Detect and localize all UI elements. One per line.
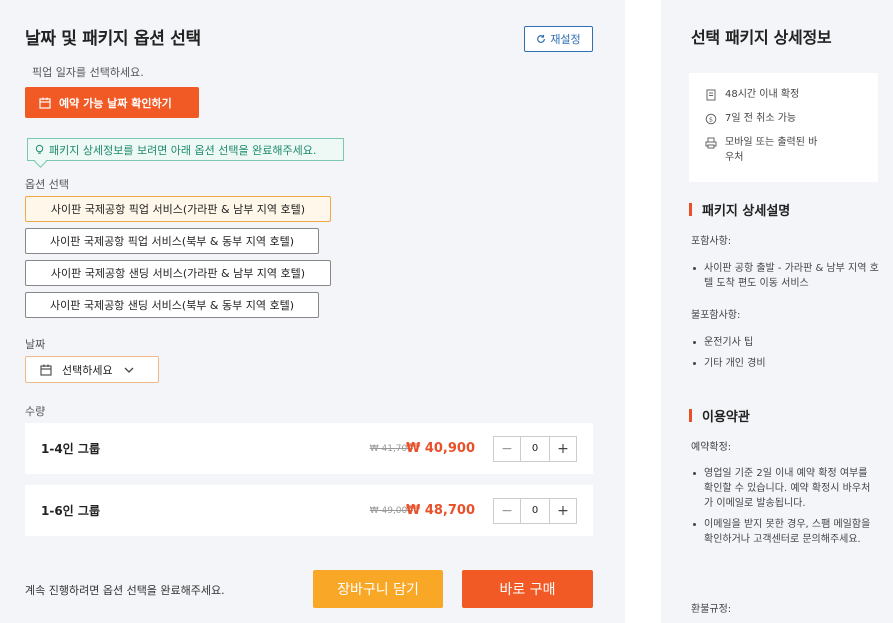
refund-label: 환불규정: <box>691 604 732 615</box>
option-sending-garapan[interactable]: 사이판 국제공항 샌딩 서비스(가라판 & 남부 지역 호텔) <box>25 260 331 286</box>
quantity-row-name: 1-4인 그룹 <box>41 442 100 456</box>
check-dates-label: 예약 가능 날짜 확인하기 <box>59 96 172 110</box>
features-card: 48시간 이내 확정 $ 7일 전 취소 가능 모바일 또는 출력된 바우처 <box>689 73 878 182</box>
feature-item: $ 7일 전 취소 가능 <box>705 111 862 126</box>
refund-icon: $ <box>705 113 717 125</box>
list-item-text: 사이판 공항 출발 - 가라판 & 남부 지역 호텔 도착 편도 이동 서비스 <box>704 263 879 289</box>
list-item: 사이판 공항 출발 - 가라판 & 남부 지역 호텔 도착 편도 이동 서비스 <box>691 261 881 291</box>
list-item: 이메일을 받지 못한 경우, 스팸 메일함을 확인하거나 고객센터로 문의해주세… <box>691 517 875 547</box>
list-item-text: 기타 개인 경비 <box>704 358 766 369</box>
options-label: 옵션 선택 <box>25 178 69 191</box>
decrement-button[interactable]: − <box>494 437 520 461</box>
document-icon <box>706 89 716 101</box>
quantity-row: 1-6인 그룹 ₩ 49,000 ₩ 48,700 − 0 + <box>25 485 593 536</box>
quantity-value[interactable]: 0 <box>520 498 550 523</box>
increment-button[interactable]: + <box>550 499 576 523</box>
date-select-value: 선택하세요 <box>62 363 113 377</box>
confirm-list: 영업일 기준 2일 이내 예약 확정 여부를 확인할 수 있습니다. 예약 확정… <box>691 466 875 553</box>
list-item-text: 이메일을 받지 못한 경우, 스팸 메일함을 확인하거나 고객센터로 문의해주세… <box>704 519 871 545</box>
calendar-icon <box>39 97 51 109</box>
date-select[interactable]: 선택하세요 <box>25 356 159 383</box>
bottom-note: 계속 진행하려면 옵션 선택을 완료해주세요. <box>25 584 225 597</box>
quantity-row: 1-4인 그룹 ₩ 41,700 ₩ 40,900 − 0 + <box>25 423 593 474</box>
terms-heading: 이용약관 <box>689 406 750 425</box>
feature-item: 모바일 또는 출력된 바우처 <box>705 135 862 165</box>
excluded-label: 불포함사항: <box>691 310 741 321</box>
feature-item: 48시간 이내 확정 <box>705 87 862 102</box>
refresh-icon <box>537 34 546 43</box>
check-available-dates-button[interactable]: 예약 가능 날짜 확인하기 <box>25 87 199 118</box>
reset-label: 재설정 <box>550 33 581 46</box>
buy-now-button[interactable]: 바로 구매 <box>462 570 593 608</box>
calendar-icon <box>40 364 52 376</box>
option-pickup-garapan[interactable]: 사이판 국제공항 픽업 서비스(가라판 & 남부 지역 호텔) <box>25 196 331 222</box>
list-item-text: 영업일 기준 2일 이내 예약 확정 여부를 확인할 수 있습니다. 예약 확정… <box>704 468 871 509</box>
heading-bar <box>689 203 692 216</box>
lightbulb-icon <box>35 144 44 154</box>
option-pickup-north[interactable]: 사이판 국제공항 픽업 서비스(북부 & 동부 지역 호텔) <box>25 228 319 254</box>
list-item: 영업일 기준 2일 이내 예약 확정 여부를 확인할 수 있습니다. 예약 확정… <box>691 466 875 511</box>
page-title: 날짜 및 패키지 옵션 선택 <box>25 29 201 49</box>
package-description-heading: 패키지 상세설명 <box>689 200 790 219</box>
printer-icon <box>705 137 717 149</box>
heading-text: 이용약관 <box>702 410 750 425</box>
included-list: 사이판 공항 출발 - 가라판 & 남부 지역 호텔 도착 편도 이동 서비스 <box>691 261 881 297</box>
quantity-label: 수량 <box>25 405 46 418</box>
chevron-down-icon <box>124 367 134 373</box>
quantity-stepper: − 0 + <box>493 435 577 462</box>
excluded-list: 운전기사 팁 기타 개인 경비 <box>691 335 881 377</box>
sale-price: ₩ 40,900 <box>405 441 475 456</box>
quantity-stepper: − 0 + <box>493 497 577 524</box>
confirm-label: 예약확정: <box>691 442 732 453</box>
included-label: 포함사항: <box>691 236 732 247</box>
booking-panel: 날짜 및 패키지 옵션 선택 재설정 픽업 일자를 선택하세요. 예약 가능 날… <box>0 0 625 623</box>
info-tip: 패키지 상세정보를 보려면 아래 옵션 선택을 완료해주세요. <box>27 138 344 161</box>
increment-button[interactable]: + <box>550 437 576 461</box>
list-item: 기타 개인 경비 <box>691 356 881 371</box>
heading-bar <box>689 409 692 422</box>
add-to-cart-button[interactable]: 장바구니 담기 <box>313 570 443 608</box>
list-item: 운전기사 팁 <box>691 335 881 350</box>
feature-text: 48시간 이내 확정 <box>725 89 800 100</box>
decrement-button[interactable]: − <box>494 499 520 523</box>
date-label: 날짜 <box>25 338 46 351</box>
pickup-hint: 픽업 일자를 선택하세요. <box>32 66 144 79</box>
option-sending-north[interactable]: 사이판 국제공항 샌딩 서비스(북부 & 동부 지역 호텔) <box>25 292 319 318</box>
info-tip-text: 패키지 상세정보를 보려면 아래 옵션 선택을 완료해주세요. <box>49 143 317 157</box>
quantity-row-name: 1-6인 그룹 <box>41 504 100 518</box>
quantity-value[interactable]: 0 <box>520 436 550 461</box>
feature-text: 모바일 또는 출력된 바우처 <box>725 137 818 163</box>
details-title: 선택 패키지 상세정보 <box>691 28 832 47</box>
reset-button[interactable]: 재설정 <box>524 26 593 52</box>
heading-text: 패키지 상세설명 <box>702 204 791 219</box>
sale-price: ₩ 48,700 <box>405 503 475 518</box>
package-details-panel: 선택 패키지 상세정보 48시간 이내 확정 $ 7일 전 취소 가능 모바일 … <box>661 0 893 623</box>
feature-text: 7일 전 취소 가능 <box>725 113 797 124</box>
list-item-text: 운전기사 팁 <box>704 337 754 348</box>
svg-text:$: $ <box>709 116 713 124</box>
